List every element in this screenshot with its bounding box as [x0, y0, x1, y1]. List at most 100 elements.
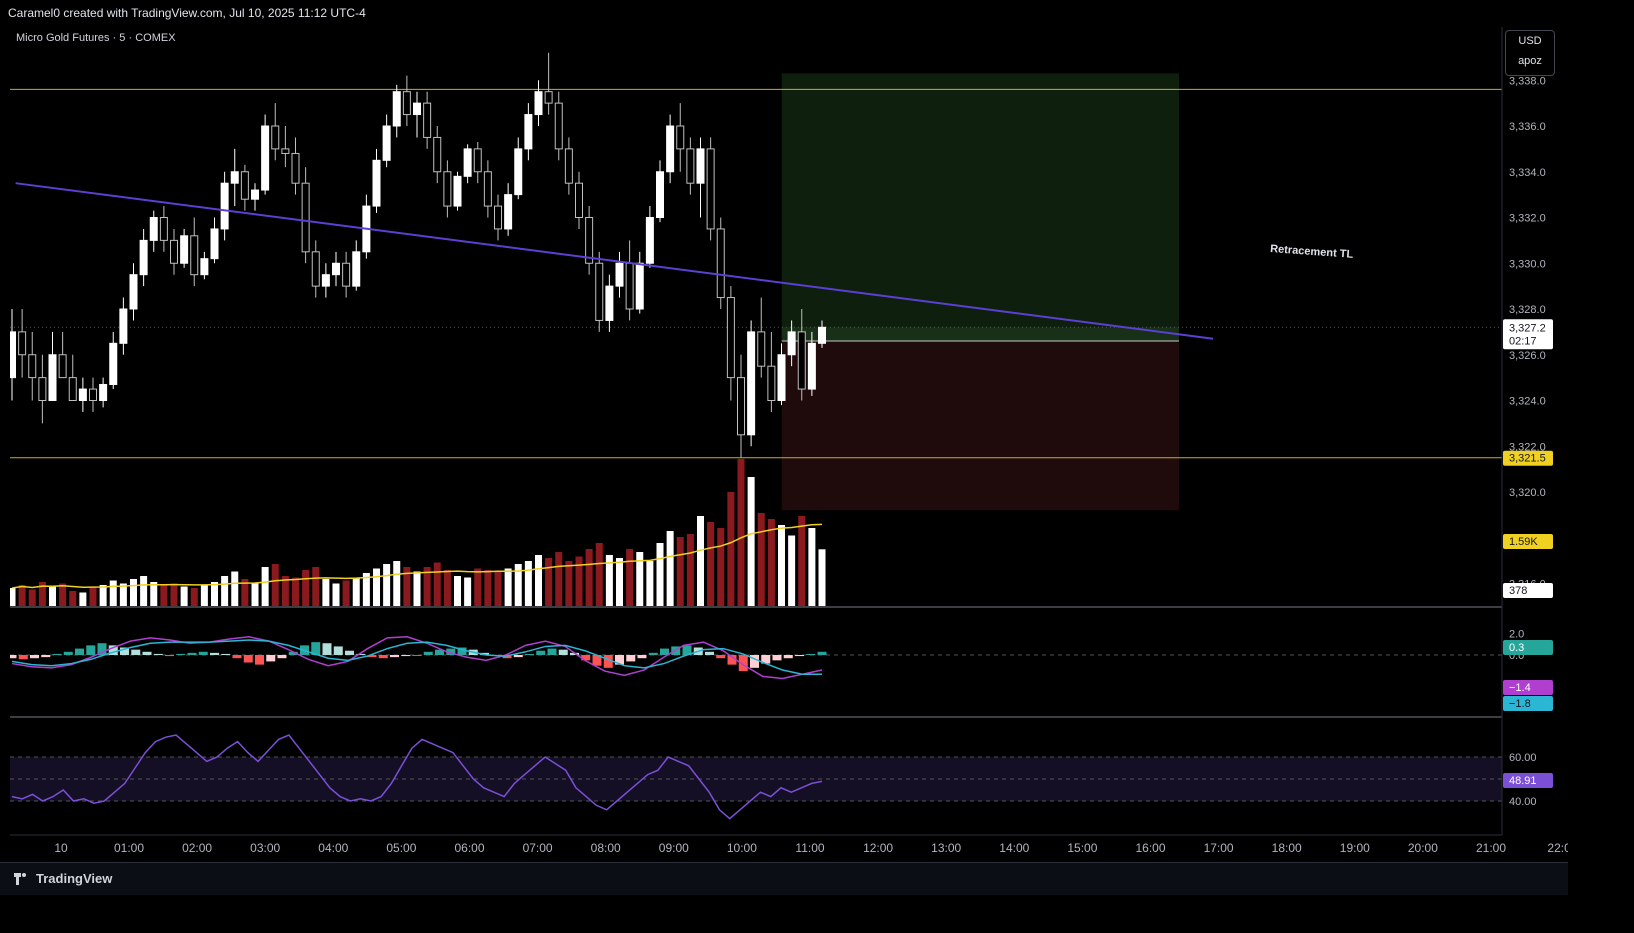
volume-bar [322, 579, 330, 606]
time-tick-label: 09:00 [659, 841, 689, 855]
time-tick-label: 20:00 [1408, 841, 1438, 855]
volume-bar [778, 525, 785, 606]
candle-body [696, 148, 705, 184]
volume-bar [737, 459, 745, 606]
volume-bar [160, 585, 168, 606]
time-tick-label: 01:00 [114, 841, 144, 855]
volume-bar [373, 568, 380, 606]
price-tick-label: 3,338.0 [1509, 75, 1546, 87]
macd-histogram-bar [817, 651, 827, 655]
candle-body [463, 148, 472, 177]
price-tick-label: 3,336.0 [1509, 121, 1546, 133]
macd-histogram-bar [648, 652, 658, 655]
macd-histogram-bar [187, 652, 197, 655]
attribution-bar: Caramel0 created with TradingView.com, J… [0, 0, 1568, 26]
macd-histogram-bar [333, 646, 343, 655]
candle-body [210, 228, 219, 260]
time-tick-label: 05:00 [386, 841, 416, 855]
time-tick-label: 10:00 [727, 841, 757, 855]
volume-bar [697, 516, 704, 606]
volume-bar [200, 585, 208, 606]
volume-bar [626, 549, 634, 606]
candle-body [797, 331, 806, 390]
volume-bar [393, 561, 401, 606]
signal-line-tag: −1.8 [1509, 698, 1531, 710]
candle-body [321, 274, 330, 287]
candle-body [38, 377, 47, 401]
volume-bar [565, 561, 573, 606]
candle-body [99, 383, 108, 401]
volume-bar [494, 571, 502, 606]
candle-body [180, 235, 189, 264]
current-price-tag: 3,327.2 [1509, 322, 1546, 334]
candle-body [595, 262, 604, 321]
loss-zone [781, 341, 1179, 511]
candle-body [382, 125, 391, 161]
time-tick-label: 06:00 [454, 841, 484, 855]
level-price-tag: 3,321.5 [1509, 453, 1546, 465]
time-tick-label: 02:00 [182, 841, 212, 855]
candle-body [676, 125, 685, 150]
macd-histogram-bar [142, 651, 152, 655]
candle-body [453, 175, 462, 207]
currency-label: USD [1518, 35, 1542, 47]
volume-bar [535, 555, 542, 606]
candle-body [656, 171, 664, 218]
volume-bar [575, 556, 583, 606]
macd-histogram-bar [131, 649, 141, 655]
volume-bar [79, 592, 87, 606]
symbol-legend[interactable]: Micro Gold Futures · 5 · COMEX [16, 32, 176, 44]
volume-bar [150, 582, 158, 606]
volume-bar [545, 558, 553, 606]
volume-bar [484, 570, 492, 606]
candle-body [777, 354, 786, 401]
volume-bar [433, 562, 441, 606]
macd-histogram-bar [18, 655, 28, 660]
price-tick-label: 3,320.0 [1509, 487, 1546, 499]
candle-body [281, 148, 290, 154]
price-tick-label: 3,324.0 [1509, 396, 1546, 408]
candle-body [372, 159, 381, 207]
volume-bar [180, 586, 188, 606]
candle-body [28, 354, 37, 379]
macd-histogram-bar [210, 652, 219, 655]
macd-line-tag: −1.4 [1509, 682, 1531, 694]
volume-bar [271, 564, 279, 606]
macd-histogram-bar [176, 653, 186, 655]
macd-histogram-bar [637, 655, 647, 659]
time-tick-label: 15:00 [1067, 841, 1097, 855]
volume-bar [332, 583, 340, 606]
volume-bar [18, 585, 26, 606]
tradingview-logo[interactable]: TradingView [14, 871, 112, 886]
candle-body [200, 258, 209, 276]
candle-body [251, 189, 259, 200]
candle-body [129, 274, 138, 310]
macd-tick-label: 2.0 [1509, 629, 1524, 641]
volume-ma-tag: 1.59K [1509, 536, 1538, 548]
volume-bar [130, 579, 137, 606]
candle-body [494, 205, 502, 230]
volume-bar [89, 586, 97, 606]
price-tick-label: 3,326.0 [1509, 350, 1546, 362]
chart-canvas[interactable]: Retracement TL 3,336.03,334.03,332.03,33… [0, 26, 1568, 862]
volume-bar [342, 580, 350, 606]
volume-bar [686, 534, 694, 606]
volume-bar [717, 528, 725, 606]
volume-bar [666, 531, 674, 606]
candle-body [504, 194, 513, 230]
macd-hist-tag: 0.3 [1509, 642, 1524, 654]
candle-body [575, 182, 583, 218]
time-tick-label: 12:00 [863, 841, 893, 855]
candle-body [666, 125, 675, 173]
volume-bar [524, 561, 532, 606]
candle-body [352, 251, 361, 287]
time-tick-label: 11:00 [795, 841, 824, 855]
volume-bar [727, 492, 735, 606]
macd-histogram-bar [547, 648, 557, 655]
currency-unit-box[interactable]: USD apoz [1505, 30, 1555, 76]
volume-bar [747, 477, 755, 606]
long-position-tool[interactable] [781, 73, 1179, 511]
candle-body [48, 354, 57, 401]
candle-body [149, 217, 158, 241]
price-tick-label: 3,328.0 [1509, 304, 1546, 316]
